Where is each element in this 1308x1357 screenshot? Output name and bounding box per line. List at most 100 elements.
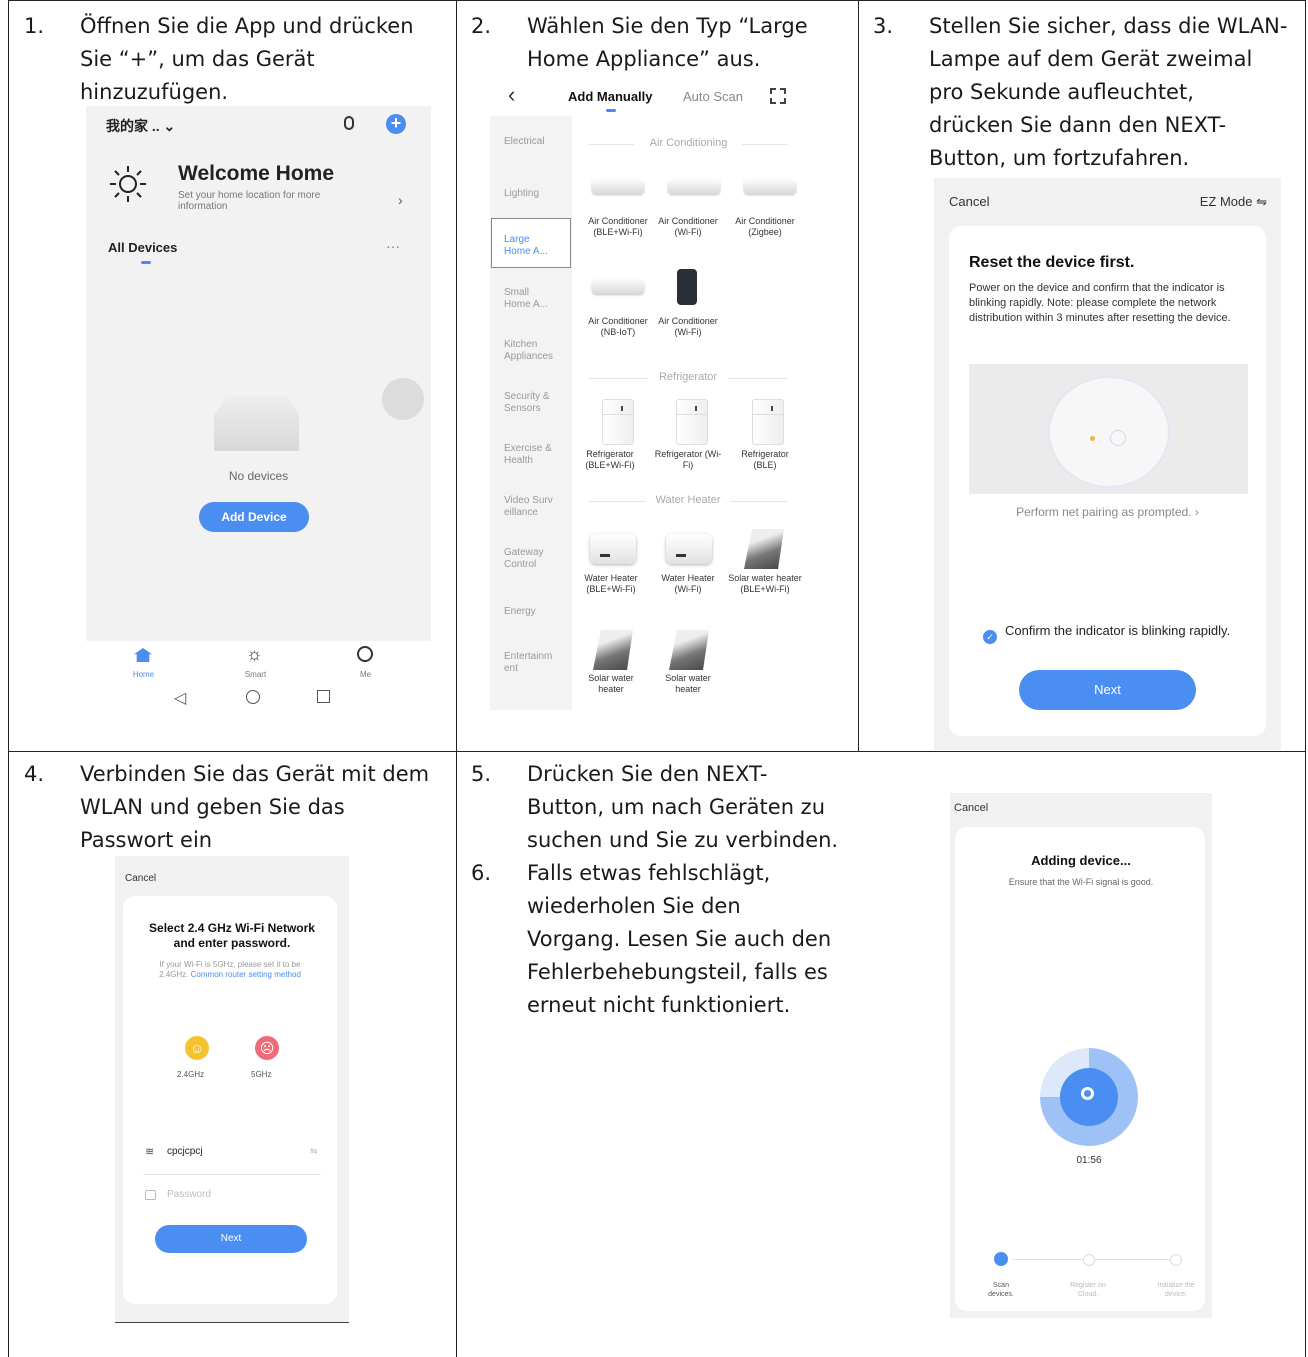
tab-add-manually[interactable]: Add Manually — [568, 89, 653, 104]
stage-scan-icon — [994, 1252, 1008, 1266]
water-heater-image — [666, 534, 712, 564]
no-devices-label: No devices — [228, 469, 289, 483]
divider — [728, 378, 788, 379]
device-item[interactable]: Water Heater (BLE+Wi-Fi) — [578, 573, 644, 595]
portable-ac-image — [677, 269, 697, 305]
ez-mode-switch[interactable]: EZ Mode ⇋ — [1200, 194, 1267, 210]
router-setting-link[interactable]: Common router setting method — [191, 970, 301, 979]
divider — [588, 144, 634, 145]
sun-icon — [110, 166, 146, 202]
device-item[interactable]: Refrigerator (Wi-Fi) — [653, 449, 723, 471]
switch-network-icon[interactable]: ⇋ — [310, 1146, 318, 1157]
air-conditioner-image — [592, 280, 644, 294]
tab-auto-scan[interactable]: Auto Scan — [683, 89, 743, 104]
stage-register-label: Register on Cloud. — [1070, 1282, 1106, 1298]
category-item[interactable]: Lighting — [504, 188, 539, 200]
screenshot-reset-device: Cancel EZ Mode ⇋ Reset the device first.… — [934, 178, 1281, 750]
nav-recents-icon[interactable] — [317, 690, 330, 703]
tab-indicator — [141, 261, 151, 264]
air-conditioner-image — [744, 180, 796, 194]
device-item[interactable]: Solar water heater — [653, 673, 723, 695]
device-item[interactable]: Solar water heater (BLE+Wi-Fi) — [728, 573, 802, 595]
sad-face-icon: ☹ — [255, 1036, 279, 1060]
more-menu-icon[interactable]: ··· — [386, 238, 400, 254]
category-item[interactable]: Energy — [504, 606, 536, 618]
screenshot-home: 我的家 .. ⌄ + Welcome Home Set your home lo… — [86, 106, 431, 719]
home-tab-label: Home — [132, 670, 155, 679]
lock-icon — [145, 1190, 156, 1200]
confirm-checkbox-icon[interactable]: ✓ — [983, 630, 997, 644]
divider — [730, 501, 788, 502]
back-icon[interactable]: ‹ — [508, 82, 515, 108]
scan-icon[interactable] — [770, 88, 786, 104]
solar-heater-image — [744, 529, 784, 569]
magnifier-glyph — [1081, 1087, 1094, 1100]
scroll-right-icon[interactable] — [382, 378, 424, 420]
home-name-dropdown[interactable]: 我的家 .. ⌄ — [106, 116, 175, 136]
smart-tab-icon[interactable]: ☼ — [246, 644, 263, 665]
nav-back-icon[interactable]: ◁ — [174, 688, 186, 708]
adding-title: Adding device... — [1031, 853, 1131, 868]
water-heater-image — [590, 534, 636, 564]
device-item[interactable]: Air Conditioner (Wi-Fi) — [653, 316, 723, 338]
band-label-5: 5GHz — [251, 1070, 272, 1079]
device-item[interactable]: Solar water heater — [576, 673, 646, 695]
refrigerator-image — [602, 399, 634, 445]
device-item[interactable]: Air Conditioner (BLE+Wi-Fi) — [583, 216, 653, 238]
next-button[interactable]: Next — [1019, 670, 1196, 710]
screenshot-adding-device: Cancel Adding device... Ensure that the … — [950, 793, 1212, 1318]
microphone-icon[interactable] — [344, 116, 354, 130]
column-divider-1 — [456, 0, 457, 1357]
device-item[interactable]: Air Conditioner (NB-IoT) — [583, 316, 653, 338]
device-item[interactable]: Air Conditioner (Zigbee) — [730, 216, 800, 238]
ssid-field[interactable]: cpcjcpcj — [167, 1146, 203, 1157]
reset-title: Reset the device first. — [969, 254, 1135, 271]
me-tab-label: Me — [359, 670, 372, 679]
category-item[interactable]: Small Home A... — [504, 287, 554, 311]
cancel-button[interactable]: Cancel — [125, 873, 156, 884]
section-refrigerator: Refrigerator — [658, 371, 718, 383]
chevron-right-icon[interactable]: › — [398, 192, 403, 208]
smart-tab-label: Smart — [244, 670, 267, 679]
category-item[interactable]: Kitchen Appliances — [504, 339, 564, 363]
empty-box-illustration — [214, 396, 299, 451]
device-item[interactable]: Refrigerator (BLE+Wi-Fi) — [576, 449, 644, 471]
device-item[interactable]: Water Heater (Wi-Fi) — [653, 573, 723, 595]
category-item[interactable]: Exercise & Health — [504, 443, 559, 467]
pairing-hint-link[interactable]: Perform net pairing as prompted. › — [949, 505, 1266, 519]
all-devices-tab[interactable]: All Devices — [108, 240, 177, 255]
wifi-title: Select 2.4 GHz Wi-Fi Network and enter p… — [149, 921, 315, 950]
category-item[interactable]: Security & Sensors — [504, 391, 559, 415]
timer: 01:56 — [1076, 1155, 1102, 1166]
category-item[interactable]: Entertainm ent — [504, 651, 559, 675]
column-divider-2 — [858, 0, 859, 752]
section-air-conditioning: Air Conditioning — [649, 137, 728, 149]
category-item-selected[interactable]: Large Home A... — [504, 234, 554, 258]
indicator-light-icon — [1090, 436, 1095, 441]
password-input[interactable]: Password — [167, 1189, 211, 1200]
add-plus-icon[interactable]: + — [386, 114, 406, 134]
device-item[interactable]: Air Conditioner (Wi-Fi) — [653, 216, 723, 238]
air-conditioner-image — [592, 180, 644, 194]
category-item[interactable]: Gateway Control — [504, 547, 554, 571]
stage-scan-label: Scan devices. — [988, 1282, 1014, 1298]
cancel-button[interactable]: Cancel — [954, 802, 988, 814]
screenshot-add-manually: ‹ Add Manually Auto Scan Electrical Ligh… — [490, 76, 802, 710]
confirm-label[interactable]: Confirm the indicator is blinking rapidl… — [1005, 623, 1235, 638]
adding-subtitle: Ensure that the Wi-Fi signal is good. — [1008, 877, 1154, 887]
category-item[interactable]: Electrical — [504, 136, 545, 148]
me-tab-icon[interactable] — [357, 646, 373, 662]
happy-face-icon: ☺ — [185, 1036, 209, 1060]
next-button[interactable]: Next — [155, 1225, 307, 1253]
welcome-subtitle: Set your home location for more informat… — [178, 190, 321, 212]
divider — [588, 501, 646, 502]
stage-line — [1012, 1259, 1182, 1260]
wifi-note: If your Wi-Fi is 5GHz, please set it to … — [159, 960, 301, 979]
cancel-button[interactable]: Cancel — [949, 194, 989, 209]
divider — [742, 144, 788, 145]
device-item[interactable]: Refrigerator (BLE) — [730, 449, 800, 471]
category-item[interactable]: Video Surv eillance — [504, 495, 559, 519]
stage-register-icon — [1083, 1254, 1095, 1266]
add-device-button[interactable]: Add Device — [199, 502, 309, 532]
nav-home-icon[interactable] — [246, 690, 260, 704]
